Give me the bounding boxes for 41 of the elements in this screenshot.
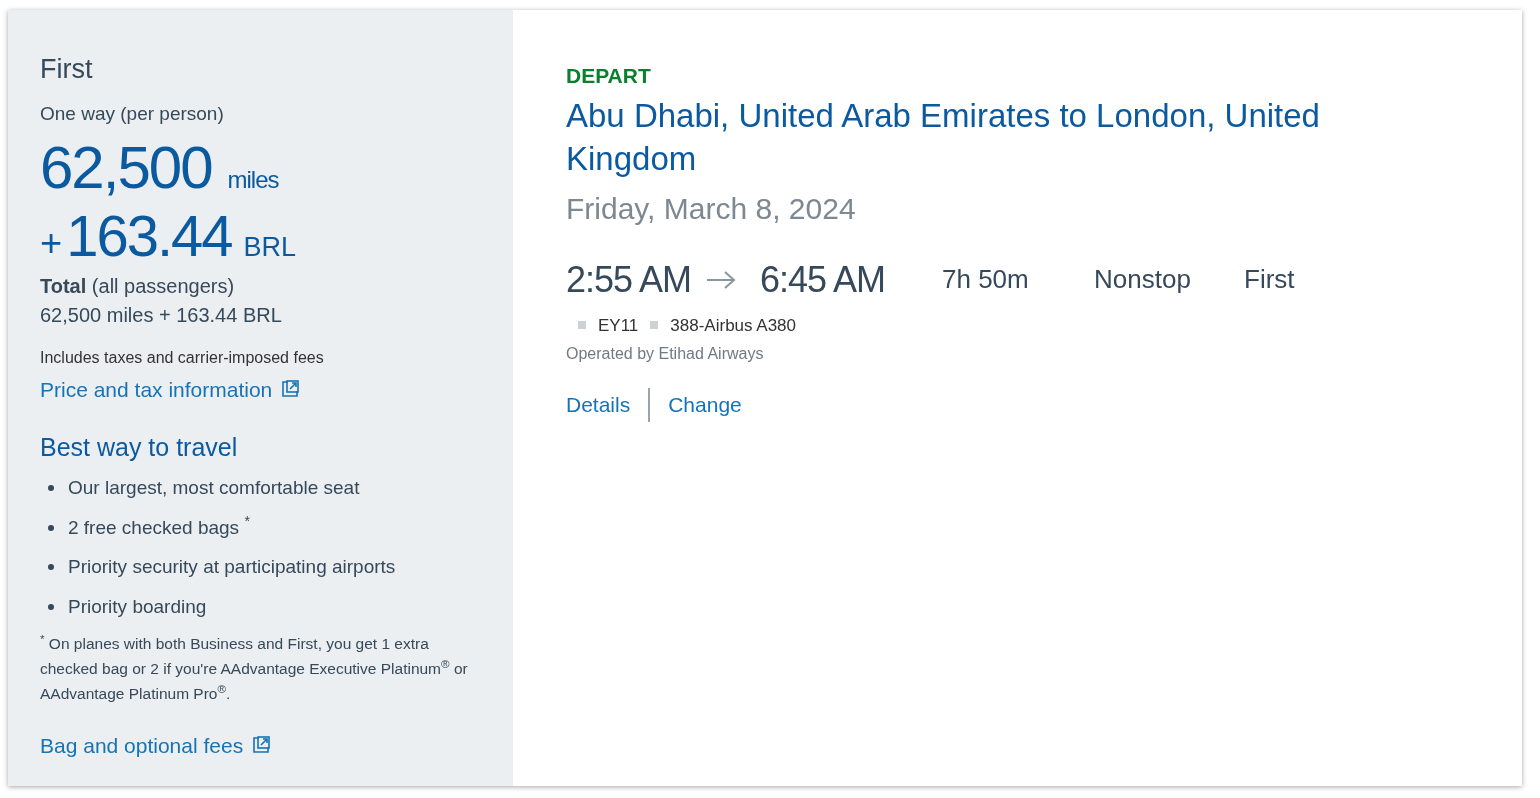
flight-date: Friday, March 8, 2024 [566,190,857,227]
bag-fees-link[interactable]: Bag and optional fees [40,729,497,761]
cash-amount: 163.44 [66,202,232,269]
plus-sign: + [40,220,63,266]
taxes-note: Includes taxes and carrier-imposed fees [40,347,325,368]
bullet-icon [48,603,54,610]
footnote: $^{*}$ On planes with both Business and First, you get 1 extra checked bag or 2 if you're AAdvantage Executive Platinum$^{®}$ or AAdvantage Platinum Pro$^{®}$. [40,630,469,704]
total-value: 62,500 miles + 163.44 BRL [40,302,283,328]
total-note: (all passengers) [91,274,235,297]
flight-link[interactable]: Change [668,389,742,421]
external-link-icon [251,734,272,755]
aircraft: 388-Airbus A380 [670,314,797,337]
stops: Nonstop [1094,263,1192,296]
square-icon [650,321,659,330]
price-tax-link[interactable]: Price and tax information [40,373,497,405]
square-icon [578,321,586,330]
depart-time: 2:55 AM [566,257,693,302]
flight-number: EY11 [598,314,639,337]
cabin-class: First [1244,263,1295,296]
bullet-icon [48,485,54,492]
cabin-title: First [40,53,94,86]
benefit-item: Priority security at participating airports [68,555,396,579]
trip-type: One way (per person) [40,102,225,126]
currency: BRL [243,230,297,264]
benefit-item: Our largest, most comfortable seat [68,476,360,500]
benefit-item: 2 free checked bags $^{*}$ [68,513,250,540]
bullet-icon [48,564,54,571]
benefit-item: Priority boarding [68,594,207,619]
arrive-time: 6:45 AM [760,257,887,302]
total-label: Total [40,274,87,297]
miles-unit: miles [227,164,279,195]
depart-label: DEPART [566,63,652,89]
route-title: Abu Dhabi, United Arab Emirates to London, United Kingdom [566,95,1321,179]
duration: 7h 50m [942,263,1030,296]
external-link-icon [280,378,301,399]
flight-link[interactable]: Details [566,389,631,421]
bullet-icon [48,524,54,531]
miles-amount: 62,500 [40,132,212,203]
benefits-title: Best way to travel [40,432,239,463]
arrow-icon [706,269,736,290]
operated-by: Operated by Etihad Airways [566,344,765,364]
